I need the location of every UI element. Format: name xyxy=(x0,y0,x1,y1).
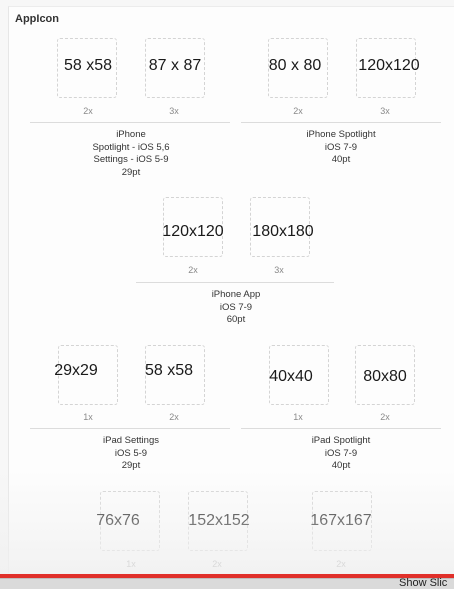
group-caption: iPhone Spotlight - iOS 5,6 Settings - iO… xyxy=(92,129,170,178)
slot-scale-label: 2x xyxy=(188,265,198,275)
slot-scale-label: 3x xyxy=(169,106,179,116)
slot-size-label: 87 x 87 xyxy=(148,57,202,74)
slot-size-label: 76x76 xyxy=(96,512,140,529)
slot-size-label: 40x40 xyxy=(269,368,313,385)
group-caption: iPhone Spotlight iOS 7-9 40pt xyxy=(306,129,376,165)
slot-size-label: 180x180 xyxy=(252,223,314,240)
slot-scale-label: 3x xyxy=(274,265,284,275)
slot-scale-label: 1x xyxy=(126,559,136,569)
slot-scale-label: 2x xyxy=(380,412,390,422)
slot-size-label: 80x80 xyxy=(363,368,407,385)
slot-scale-label: 2x xyxy=(336,559,346,569)
group-divider xyxy=(241,428,441,429)
show-slicing-button[interactable]: Show Slic xyxy=(399,577,447,589)
group-caption: iPad Settings iOS 5-9 29pt xyxy=(103,435,159,471)
slot-scale-label: 2x xyxy=(212,559,222,569)
slot-scale-label: 2x xyxy=(83,106,93,116)
slot-scale-label: 2x xyxy=(169,412,179,422)
group-caption: iPad Spotlight iOS 7-9 40pt xyxy=(311,435,371,471)
slot-scale-label: 1x xyxy=(293,412,303,422)
slot-size-label: 152x152 xyxy=(188,512,250,529)
bottom-toolbar xyxy=(0,578,454,589)
group-caption: iPhone App iOS 7-9 60pt xyxy=(211,289,261,325)
group-divider xyxy=(136,282,334,283)
group-divider xyxy=(30,428,230,429)
section-title: AppIcon xyxy=(15,13,59,25)
slot-size-label: 58 x58 xyxy=(63,57,113,74)
group-divider xyxy=(30,122,230,123)
slot-scale-label: 1x xyxy=(83,412,93,422)
slot-size-label: 120x120 xyxy=(162,223,224,240)
slot-size-label: 167x167 xyxy=(310,512,372,529)
slot-size-label: 58 x58 xyxy=(144,362,194,379)
slot-size-label: 120x120 xyxy=(358,57,420,74)
slot-scale-label: 3x xyxy=(380,106,390,116)
slot-size-label: 80 x 80 xyxy=(268,57,322,74)
slot-size-label: 29x29 xyxy=(54,362,98,379)
slot-scale-label: 2x xyxy=(293,106,303,116)
group-divider xyxy=(241,122,441,123)
